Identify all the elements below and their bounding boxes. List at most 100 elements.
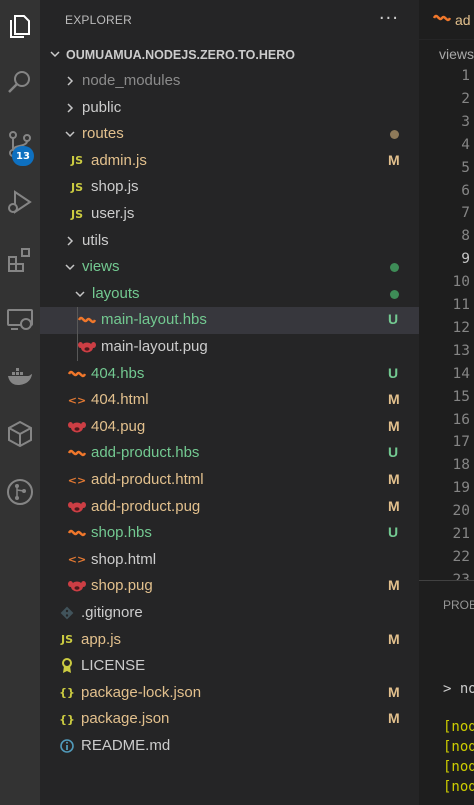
line-number: 20 [452, 503, 470, 520]
tree-file[interactable]: README.md [40, 733, 419, 760]
tree-file[interactable]: main-layout.hbs U [40, 307, 419, 334]
line-number: 4 [461, 136, 470, 153]
terminal-prompt: > no [443, 681, 474, 697]
tree-folder[interactable]: utils [40, 228, 419, 255]
line-number: 1 [461, 68, 470, 84]
line-number: 9 [461, 251, 470, 268]
pug-icon [78, 338, 96, 356]
tree-file[interactable]: LICENSE [40, 653, 419, 680]
info-icon [58, 737, 76, 755]
chevron-down-icon [65, 264, 75, 271]
line-number: 6 [461, 182, 470, 199]
terminal-line: [nod [443, 759, 474, 775]
tree-file[interactable]: <> 404.html M [40, 387, 419, 414]
source-control-activity-button[interactable]: 13 [0, 120, 40, 168]
tree-item-label: 404.hbs [91, 364, 145, 382]
tree-file[interactable]: <> shop.html [40, 547, 419, 574]
tree-file[interactable]: .gitignore [40, 600, 419, 627]
chevron-down-icon [50, 51, 60, 58]
more-actions-button[interactable]: ··· [379, 8, 399, 29]
pug-icon [68, 418, 86, 436]
tree-item-label: .gitignore [81, 604, 143, 621]
extensions-activity-button[interactable] [0, 236, 40, 284]
remote-explorer-activity-button[interactable] [0, 294, 40, 342]
docker-icon [8, 368, 32, 385]
git-status-badge: M [388, 630, 400, 647]
git-graph-activity-button[interactable] [0, 468, 40, 516]
git-status-badge: M [388, 683, 400, 700]
git-status-badge: M [388, 710, 400, 727]
tree-file[interactable]: 404.hbs U [40, 361, 419, 388]
workspace-folder-header[interactable]: OUMUAMUA.NODEJS.ZERO.TO.HERO [40, 42, 419, 68]
git-icon [58, 604, 76, 622]
tree-file[interactable]: {} package-lock.json M [40, 680, 419, 707]
tree-file[interactable]: JS user.js [40, 201, 419, 228]
line-number: 3 [461, 113, 470, 130]
tree-item-label: main-layout.pug [101, 338, 208, 355]
chevron-down-icon [65, 131, 75, 138]
tree-item-label: main-layout.hbs [101, 311, 207, 329]
terminal-line: [nod [443, 739, 474, 755]
tree-file[interactable]: shop.pug M [40, 573, 419, 600]
json-icon: {} [59, 712, 75, 726]
indent-guide [77, 307, 78, 361]
tree-file[interactable]: 404.pug M [40, 414, 419, 441]
tree-folder[interactable]: node_modules [40, 68, 419, 95]
tree-item-label: shop.html [91, 550, 157, 568]
git-status-badge: U [388, 311, 399, 328]
line-number: 17 [452, 434, 470, 451]
editor-tab-label[interactable]: ad [455, 12, 471, 28]
line-number: 19 [452, 480, 470, 497]
tree-item-label: app.js [81, 630, 122, 648]
run-debug-icon [8, 190, 32, 214]
line-number: 15 [452, 388, 470, 405]
terminal-line: [nod [443, 779, 474, 795]
run-debug-activity-button[interactable] [0, 178, 40, 226]
line-number: 10 [452, 274, 470, 291]
html-icon: <> [67, 473, 87, 487]
tree-folder[interactable]: public [40, 95, 419, 122]
tree-folder[interactable]: routes [40, 121, 419, 148]
tree-item-label: views [82, 258, 120, 276]
tree-file[interactable]: main-layout.pug [40, 334, 419, 361]
explorer-title: EXPLORER [65, 13, 132, 27]
tree-item-label: admin.js [91, 151, 147, 169]
tree-item-label: 404.pug [91, 417, 146, 435]
search-icon [8, 71, 30, 93]
tree-file[interactable]: JS app.js M [40, 627, 419, 654]
handlebars-icon [68, 524, 86, 542]
tree-folder[interactable]: views [40, 254, 419, 281]
git-status-badge: M [388, 391, 400, 408]
tree-item-label: add-product.pug [91, 497, 201, 515]
editor-tab-bar: ad [419, 0, 474, 40]
files-icon [10, 15, 30, 38]
terminal-line: [nod [443, 719, 474, 735]
handlebars-icon [68, 444, 86, 462]
tree-item-label: README.md [81, 737, 171, 754]
tree-file[interactable]: <> add-product.html M [40, 467, 419, 494]
handlebars-icon [78, 311, 96, 329]
handlebars-icon [433, 14, 451, 22]
tree-file[interactable]: shop.hbs U [40, 520, 419, 547]
tree-file[interactable]: JS shop.js [40, 174, 419, 201]
tree-file[interactable]: JS admin.js M [40, 148, 419, 175]
git-status-badge: U [388, 444, 399, 461]
javascript-icon: JS [70, 154, 83, 168]
explorer-activity-button[interactable] [0, 2, 40, 50]
tree-file[interactable]: add-product.hbs U [40, 440, 419, 467]
cube-activity-button[interactable] [0, 410, 40, 458]
tree-file[interactable]: add-product.pug M [40, 494, 419, 521]
tree-file[interactable]: {} package.json M [40, 706, 419, 733]
tree-item-label: package.json [81, 710, 170, 728]
tree-folder[interactable]: layouts [40, 281, 419, 308]
breadcrumb[interactable]: views [439, 46, 474, 62]
line-number: 14 [452, 365, 470, 382]
line-number: 8 [461, 228, 470, 245]
git-status-badge: M [388, 577, 400, 594]
panel-tab-problems[interactable]: PROB [443, 598, 474, 612]
git-status-badge: M [388, 417, 400, 434]
docker-activity-button[interactable] [0, 352, 40, 400]
git-status-badge: M [388, 151, 400, 168]
git-status-badge: M [388, 471, 400, 487]
search-activity-button[interactable] [0, 58, 40, 106]
